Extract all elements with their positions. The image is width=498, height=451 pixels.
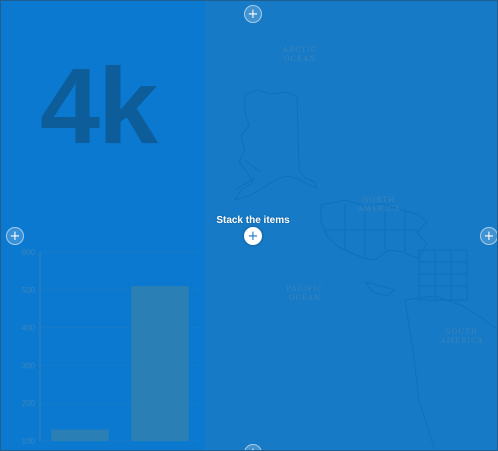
- map-label-south-america: SOUTH AMERICA: [440, 328, 484, 345]
- drop-zone-left-plus-icon[interactable]: +: [6, 227, 24, 245]
- y-tick-label: 300: [22, 361, 36, 370]
- map-label-pacific-ocean: PACIFIC OCEAN: [286, 285, 324, 302]
- bar-chart: 100 200 300 400 500 600: [22, 248, 200, 446]
- drop-zone-top-plus-icon[interactable]: +: [244, 5, 262, 23]
- y-tick-label: 500: [22, 286, 36, 295]
- indicator-value: 4k: [40, 45, 158, 166]
- y-tick-label: 100: [22, 437, 36, 446]
- y-tick-label: 200: [22, 399, 36, 408]
- y-tick-label: 400: [22, 324, 36, 333]
- stack-items-plus-icon[interactable]: +: [244, 227, 262, 245]
- stack-items-label: Stack the items: [216, 215, 290, 226]
- map-label-north-america: NORTH AMERICA: [357, 196, 401, 213]
- y-tick-label: 600: [22, 248, 36, 257]
- drop-zone-right-plus-icon[interactable]: +: [480, 227, 498, 245]
- dashboard-canvas: 4k 100 200 300 400 500 600 ARCTIC OCEAN NORTH A…: [0, 0, 498, 451]
- map-label-arctic-ocean: ARCTIC OCEAN: [282, 46, 318, 63]
- bar-1: [131, 286, 189, 441]
- bar-0: [51, 429, 109, 441]
